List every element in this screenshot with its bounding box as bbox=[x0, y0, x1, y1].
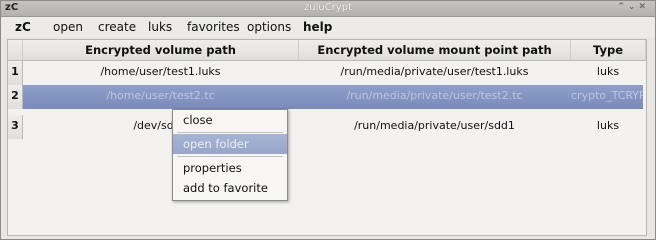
menu-bar: zC open create luks favorites options he… bbox=[1, 17, 655, 37]
menu-create[interactable]: create bbox=[98, 20, 136, 34]
type-cell[interactable]: crypto_TCRYPT bbox=[571, 85, 645, 109]
volume-path-cell[interactable]: /home/user/test1.luks bbox=[23, 61, 298, 85]
row-number[interactable]: 1 bbox=[8, 61, 23, 85]
minimize-icon[interactable]: ⌄ bbox=[628, 2, 639, 12]
corner-header[interactable] bbox=[8, 40, 23, 61]
context-menu-close[interactable]: close bbox=[173, 110, 287, 130]
mount-path-cell[interactable]: /run/media/private/user/test1.luks bbox=[299, 61, 570, 85]
row-number[interactable]: 3 bbox=[8, 115, 23, 139]
shade-icon[interactable]: ⌃ bbox=[617, 2, 628, 12]
title-bar[interactable]: zC zuluCrypt ⌃⌄✕ bbox=[1, 1, 655, 17]
type-cell[interactable]: luks bbox=[571, 61, 645, 85]
menu-separator bbox=[177, 156, 283, 157]
header-mount-path[interactable]: Encrypted volume mount point path bbox=[299, 40, 571, 61]
context-menu-add-favorite[interactable]: add to favorite bbox=[173, 178, 287, 198]
mount-path-cell[interactable]: /run/media/private/user/sdd1 bbox=[299, 115, 570, 139]
menu-help[interactable]: help bbox=[303, 20, 332, 34]
main-window: zC zuluCrypt ⌃⌄✕ zC open create luks fav… bbox=[0, 0, 656, 240]
type-cell[interactable]: luks bbox=[571, 115, 645, 139]
context-menu: close open folder properties add to favo… bbox=[172, 109, 288, 201]
header-type[interactable]: Type bbox=[571, 40, 646, 61]
table-row[interactable]: 3 /dev/sdd1 /run/media/private/user/sdd1… bbox=[8, 115, 646, 139]
menu-separator bbox=[177, 132, 283, 133]
table-row[interactable]: 1 /home/user/test1.luks /run/media/priva… bbox=[8, 61, 646, 85]
context-menu-properties[interactable]: properties bbox=[173, 158, 287, 178]
context-menu-open-folder[interactable]: open folder bbox=[173, 134, 287, 154]
menu-open[interactable]: open bbox=[53, 20, 83, 34]
menu-favorites[interactable]: favorites bbox=[187, 20, 240, 34]
volume-path-cell[interactable]: /home/user/test2.tc bbox=[23, 85, 298, 109]
menu-zc[interactable]: zC bbox=[15, 20, 31, 34]
close-icon[interactable]: ✕ bbox=[638, 2, 649, 12]
table-row-selected[interactable]: 2 /home/user/test2.tc /run/media/private… bbox=[8, 85, 646, 109]
row-number[interactable]: 2 bbox=[8, 85, 23, 109]
mount-path-cell[interactable]: /run/media/private/user/test2.tc bbox=[299, 85, 570, 109]
header-volume-path[interactable]: Encrypted volume path bbox=[23, 40, 299, 61]
window-controls: ⌃⌄✕ bbox=[617, 2, 649, 12]
window-title: zuluCrypt bbox=[304, 2, 352, 13]
menu-options[interactable]: options bbox=[247, 20, 291, 34]
menu-luks[interactable]: luks bbox=[148, 20, 172, 34]
volumes-table[interactable]: Encrypted volume path Encrypted volume m… bbox=[7, 39, 647, 236]
